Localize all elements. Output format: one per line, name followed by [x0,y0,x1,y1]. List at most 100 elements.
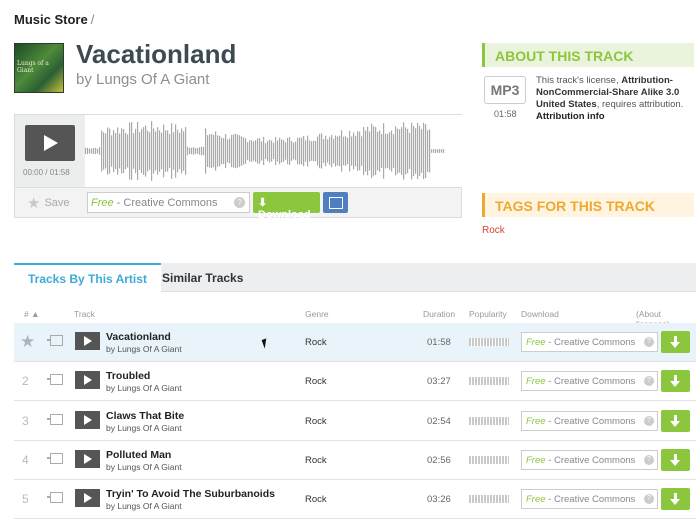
waveform-bar [255,140,257,162]
row-license-select[interactable]: Free - Creative Commons? [521,489,658,510]
table-row[interactable]: 4 Polluted Man by Lungs Of A Giant Rock 02:5… [14,440,696,480]
row-license-select[interactable]: Free - Creative Commons? [521,449,658,470]
waveform-bar [401,127,403,175]
license-free: Free [526,494,546,506]
waveform-bar [337,136,339,166]
save-button[interactable]: ★ Save [27,194,70,212]
header-num[interactable]: # ▲ [24,309,40,319]
row-play-button[interactable] [75,449,100,468]
album-art-caption: Lungs of a Giant [17,60,49,74]
row-play-button[interactable] [75,332,100,350]
row-genre[interactable]: Rock [305,376,327,387]
waveform-bar [133,133,135,169]
download-button[interactable]: ⬇ Download [253,192,320,221]
row-play-button[interactable] [75,489,100,508]
help-icon[interactable]: ? [644,494,654,505]
add-to-queue-icon[interactable] [47,492,63,504]
breadcrumb-music-store[interactable]: Music Store [14,12,88,27]
row-track-artist[interactable]: by Lungs Of A Giant [106,423,182,433]
tab-tracks-by-artist[interactable]: Tracks By This Artist [14,263,161,292]
waveform-bar [201,146,203,156]
row-track-artist[interactable]: by Lungs Of A Giant [106,501,182,511]
row-download-button[interactable] [661,370,690,393]
tab-similar-tracks[interactable]: Similar Tracks [148,263,257,292]
waveform-bar [135,128,137,174]
row-track-title[interactable]: Troubled [106,370,150,382]
waveform-bar [335,135,337,167]
row-play-button[interactable] [75,371,100,390]
row-track-artist[interactable]: by Lungs Of A Giant [106,383,182,393]
add-to-queue-icon[interactable] [47,413,63,425]
waveform-bar [407,128,409,174]
table-row[interactable]: 5 Tryin' To Avoid The Suburbanoids by Lung… [14,480,696,520]
attribution-link[interactable]: Attribution info [536,111,696,123]
waveform-bar [249,140,251,162]
row-track-title[interactable]: Claws That Bite [106,410,184,422]
waveform-bar [295,141,297,161]
star-icon[interactable]: ★ [20,332,35,352]
help-icon[interactable]: ? [644,337,654,347]
waveform-bar [257,138,259,164]
help-icon[interactable]: ? [644,376,654,387]
row-track-title[interactable]: Tryin' To Avoid The Suburbanoids [106,488,275,500]
waveform-bar [117,127,119,175]
row-license-select[interactable]: Free - Creative Commons? [521,410,658,431]
album-art: Lungs of a Giant [14,43,64,93]
table-row[interactable]: 3 Claws That Bite by Lungs Of A Giant Rock 0… [14,401,696,441]
license-text: - Creative Commons [545,454,636,466]
header-genre[interactable]: Genre [305,309,329,319]
waveform-bar [389,132,391,170]
license-select[interactable]: Free - Creative Commons? [87,192,250,213]
row-track-title[interactable]: Vacationland [106,331,171,343]
license-text: - Creative Commons [545,376,636,388]
row-download-button[interactable] [661,448,690,471]
waveform-bar [427,130,429,172]
row-duration: 02:54 [427,415,451,427]
help-icon[interactable]: ? [234,197,245,208]
track-artist[interactable]: by Lungs Of A Giant [76,71,209,88]
add-to-queue-button[interactable] [323,192,348,213]
row-track-title[interactable]: Polluted Man [106,449,171,461]
row-genre[interactable]: Rock [305,337,327,348]
add-to-queue-icon[interactable] [47,374,63,386]
waveform[interactable] [85,115,462,187]
row-track-artist[interactable]: by Lungs Of A Giant [106,462,182,472]
waveform-bar [277,140,279,162]
play-button[interactable] [25,125,75,161]
waveform-bar [167,130,169,172]
row-download-button[interactable] [661,409,690,432]
table-row[interactable]: ★ Vacationland by Lungs Of A Giant Rock 01:5… [14,323,696,362]
help-icon[interactable]: ? [644,415,654,426]
header-popularity[interactable]: Popularity [469,309,507,319]
waveform-bar [137,121,139,181]
add-to-queue-icon[interactable] [47,452,63,464]
add-to-queue-icon[interactable] [47,335,63,346]
row-license-select[interactable]: Free - Creative Commons? [521,371,658,392]
row-play-button[interactable] [75,410,100,429]
header-track[interactable]: Track [74,309,95,319]
table-row[interactable]: 2 Troubled by Lungs Of A Giant Rock 03:27 Fre… [14,362,696,402]
waveform-bar [279,137,281,165]
tag-link[interactable]: Rock [482,225,505,236]
row-license-select[interactable]: Free - Creative Commons? [521,332,658,352]
row-genre[interactable]: Rock [305,416,327,427]
waveform-bar [289,137,291,165]
waveform-bar [359,131,361,171]
row-genre[interactable]: Rock [305,455,327,466]
waveform-bar [209,134,211,168]
header-download: Download [521,309,559,319]
row-download-button[interactable] [661,331,690,353]
waveform-bar [307,135,309,167]
row-download-button[interactable] [661,488,690,511]
help-icon[interactable]: ? [644,454,654,465]
row-genre[interactable]: Rock [305,494,327,505]
page-title: Vacationland [76,39,237,69]
row-track-artist[interactable]: by Lungs Of A Giant [106,344,182,354]
waveform-bar [433,149,435,153]
waveform-bar [131,122,133,180]
license-free: Free [526,337,546,348]
license-free: Free [526,376,546,388]
waveform-bar [399,129,401,173]
waveform-bar [163,124,165,178]
header-duration[interactable]: Duration [423,309,455,319]
